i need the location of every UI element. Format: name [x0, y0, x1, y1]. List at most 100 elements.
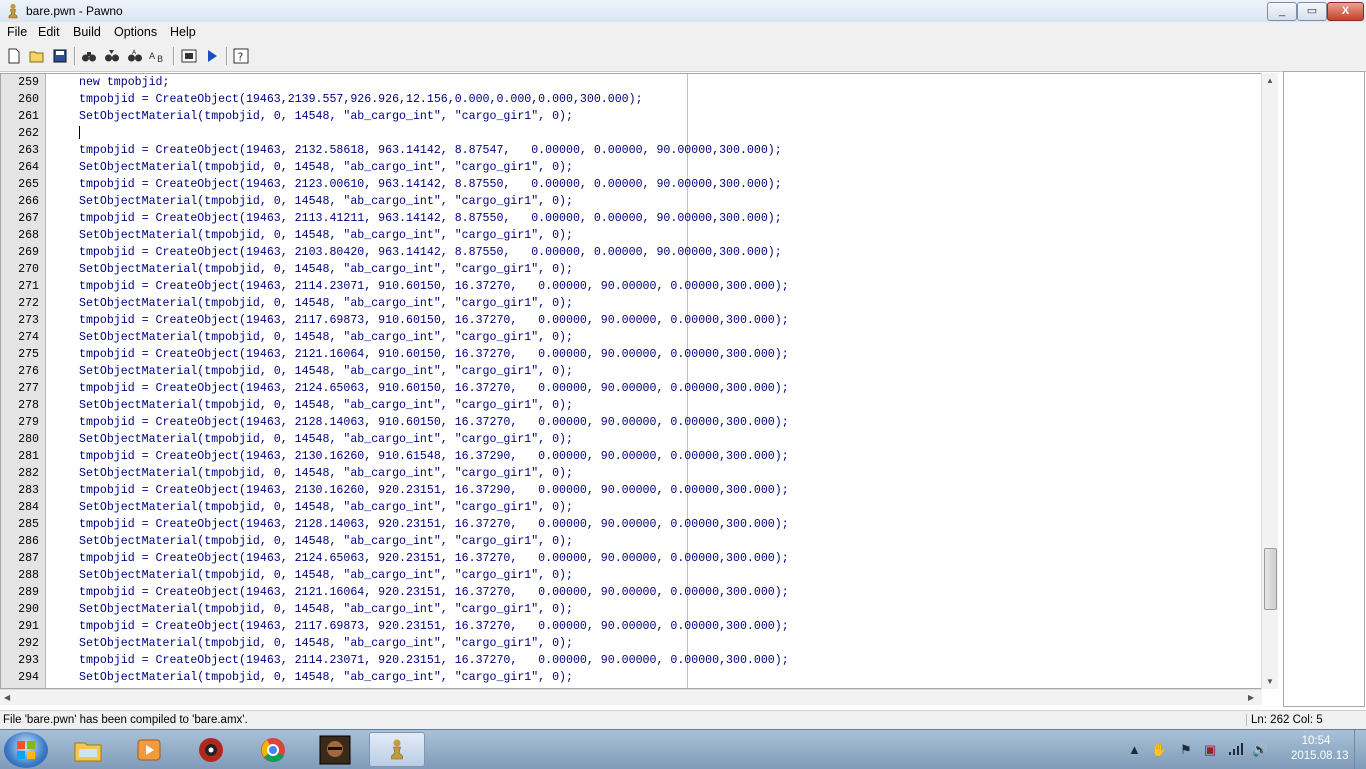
network-icon[interactable] [1228, 742, 1244, 758]
show-desktop-button[interactable] [1354, 730, 1366, 769]
line-number: 267 [18, 212, 39, 225]
text-caret [79, 126, 80, 139]
game-icon[interactable] [307, 732, 363, 767]
vertical-scroll-thumb[interactable] [1264, 548, 1277, 610]
line-number: 259 [18, 76, 39, 89]
scroll-left-icon[interactable]: ◀ [4, 693, 10, 702]
windows-logo-icon [17, 741, 35, 759]
help-icon[interactable]: ? [231, 46, 251, 66]
line-number: 294 [18, 671, 39, 684]
tray-device-icon[interactable]: ▣ [1204, 742, 1216, 758]
menu-build[interactable]: Build [73, 25, 101, 39]
line-number: 285 [18, 518, 39, 531]
line-number: 278 [18, 399, 39, 412]
goto-line-icon[interactable]: AB [148, 46, 168, 66]
line-number: 283 [18, 484, 39, 497]
line-number: 282 [18, 467, 39, 480]
line-number: 277 [18, 382, 39, 395]
app-gear-icon[interactable] [183, 732, 239, 767]
find-next-icon[interactable] [102, 46, 122, 66]
menu-options[interactable]: Options [114, 25, 157, 39]
menu-file[interactable]: File [7, 25, 27, 39]
clock-date: 2015.08.13 [1291, 750, 1349, 762]
line-text: tmpobjid = CreateObject(19463, 2130.1626… [79, 484, 789, 497]
line-text: SetObjectMaterial(tmpobjid, 0, 14548, "a… [79, 365, 573, 378]
close-button[interactable]: X [1327, 2, 1364, 21]
minimize-button[interactable]: _ [1267, 2, 1297, 21]
scroll-up-icon[interactable]: ▲ [1266, 76, 1274, 85]
scroll-down-icon[interactable]: ▼ [1266, 677, 1274, 686]
new-file-icon[interactable] [4, 46, 24, 66]
tray-app-icon[interactable]: ✋ [1151, 742, 1167, 758]
side-panel [1283, 71, 1365, 707]
line-number: 290 [18, 603, 39, 616]
line-number: 270 [18, 263, 39, 276]
line-number: 281 [18, 450, 39, 463]
replace-icon[interactable]: A [125, 46, 145, 66]
line-number: 273 [18, 314, 39, 327]
line-number: 263 [18, 144, 39, 157]
explorer-icon[interactable] [60, 732, 116, 767]
chrome-icon[interactable] [245, 732, 301, 767]
line-text: tmpobjid = CreateObject(19463,2139.557,9… [79, 93, 643, 106]
vertical-scrollbar[interactable]: ▲ ▼ [1261, 73, 1278, 689]
line-number: 288 [18, 569, 39, 582]
media-player-icon[interactable] [121, 732, 177, 767]
line-number: 271 [18, 280, 39, 293]
system-clock[interactable]: 10:54 2015.08.13 [1291, 734, 1349, 764]
line-text: SetObjectMaterial(tmpobjid, 0, 14548, "a… [79, 195, 573, 208]
line-number: 280 [18, 433, 39, 446]
svg-text:A: A [149, 52, 156, 62]
show-hidden-icons-icon[interactable]: ▲ [1128, 742, 1141, 757]
cursor-position: Ln: 262 Col: 5 [1246, 714, 1323, 726]
line-text: tmpobjid = CreateObject(19463, 2124.6506… [79, 382, 789, 395]
line-text: SetObjectMaterial(tmpobjid, 0, 14548, "a… [79, 535, 573, 548]
line-text: tmpobjid = CreateObject(19463, 2114.2307… [79, 280, 789, 293]
window-title: bare.pwn - Pawno [26, 4, 123, 18]
line-text: SetObjectMaterial(tmpobjid, 0, 14548, "a… [79, 671, 573, 684]
volume-icon[interactable]: 🔊 [1252, 742, 1268, 758]
line-number: 276 [18, 365, 39, 378]
clock-time: 10:54 [1301, 735, 1331, 747]
start-button[interactable] [4, 732, 48, 768]
line-text: tmpobjid = CreateObject(19463, 2128.1406… [79, 416, 789, 429]
line-number: 269 [18, 246, 39, 259]
horizontal-scrollbar[interactable]: ◀ ▶ [0, 689, 1262, 705]
line-text: tmpobjid = CreateObject(19463, 2114.2307… [79, 654, 789, 667]
action-center-flag-icon[interactable]: ⚑ [1180, 742, 1192, 758]
line-text: new tmpobjid; [79, 76, 170, 89]
line-text: tmpobjid = CreateObject(19463, 2128.1406… [79, 518, 789, 531]
svg-text:B: B [157, 55, 163, 63]
line-text: SetObjectMaterial(tmpobjid, 0, 14548, "a… [79, 433, 573, 446]
line-number: 286 [18, 535, 39, 548]
line-number: 284 [18, 501, 39, 514]
line-number: 266 [18, 195, 39, 208]
line-number: 264 [18, 161, 39, 174]
code-editor[interactable]: 259 new tmpobjid; 260 tmpobjid = CreateObje… [0, 73, 1262, 689]
menu-bar: File Edit Build Options Help [0, 22, 1366, 42]
pawno-icon[interactable] [369, 732, 425, 767]
save-icon[interactable] [50, 46, 70, 66]
line-text: SetObjectMaterial(tmpobjid, 0, 14548, "a… [79, 569, 573, 582]
open-file-icon[interactable] [27, 46, 47, 66]
svg-text:A: A [132, 49, 137, 56]
line-text: tmpobjid = CreateObject(19463, 2124.6506… [79, 552, 789, 565]
line-text: SetObjectMaterial(tmpobjid, 0, 14548, "a… [79, 467, 573, 480]
maximize-button[interactable]: ▭ [1297, 2, 1327, 21]
status-bar: File 'bare.pwn' has been compiled to 'ba… [0, 710, 1366, 730]
find-icon[interactable] [79, 46, 99, 66]
line-text: SetObjectMaterial(tmpobjid, 0, 14548, "a… [79, 637, 573, 650]
menu-help[interactable]: Help [170, 25, 196, 39]
line-text: tmpobjid = CreateObject(19463, 2123.0061… [79, 178, 782, 191]
scroll-right-icon[interactable]: ▶ [1248, 693, 1254, 702]
line-text: SetObjectMaterial(tmpobjid, 0, 14548, "a… [79, 297, 573, 310]
line-number: 265 [18, 178, 39, 191]
run-icon[interactable] [202, 46, 222, 66]
line-number: 287 [18, 552, 39, 565]
compile-icon[interactable] [179, 46, 199, 66]
menu-edit[interactable]: Edit [38, 25, 60, 39]
line-number: 260 [18, 93, 39, 106]
line-text: SetObjectMaterial(tmpobjid, 0, 14548, "a… [79, 603, 573, 616]
line-number: 272 [18, 297, 39, 310]
line-text: tmpobjid = CreateObject(19463, 2117.6987… [79, 314, 789, 327]
